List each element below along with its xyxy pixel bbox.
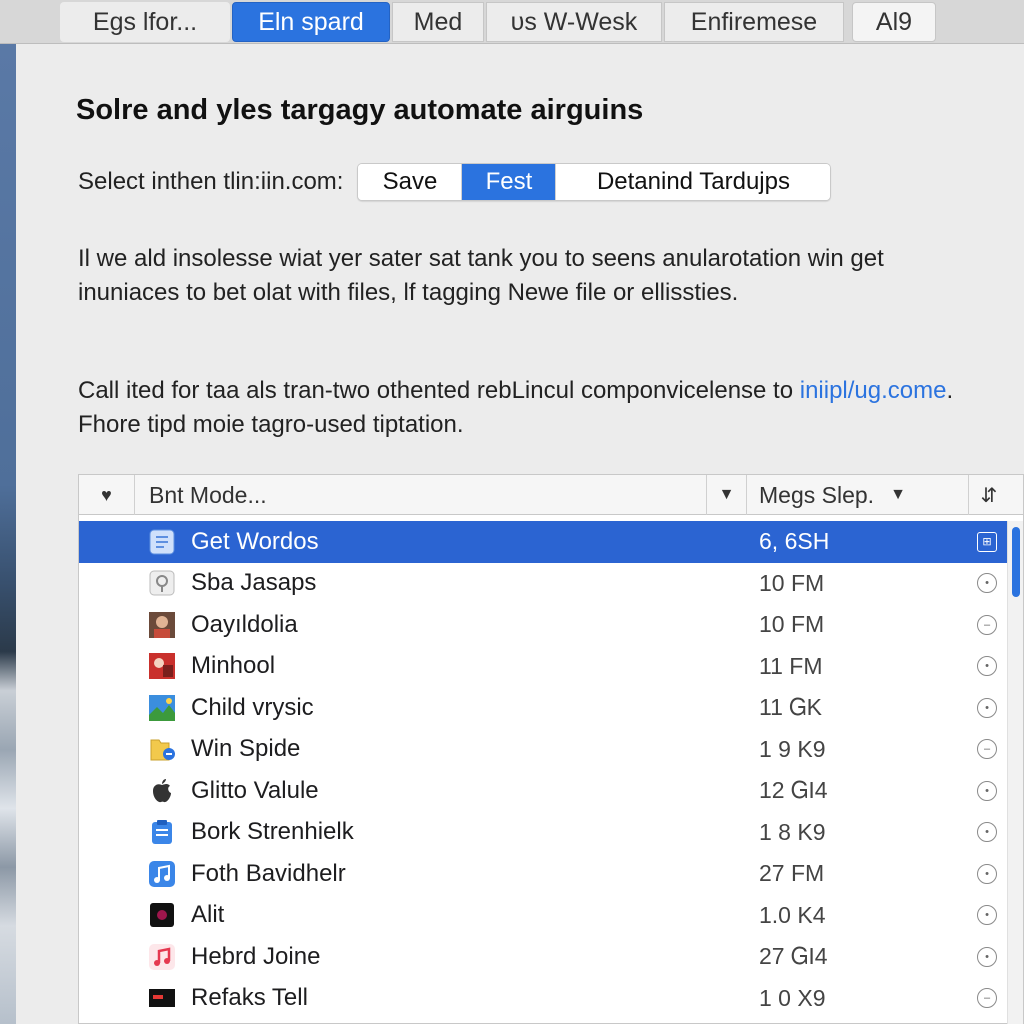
row-action-icon[interactable]: •	[977, 780, 997, 801]
row-name: Refaks Tell	[191, 984, 308, 1012]
size-column-header[interactable]: Megs Slep. ▼	[747, 475, 969, 515]
description-paragraph: Il we ald insolesse wiat yer sater sat t…	[78, 245, 884, 306]
apple-icon	[145, 774, 179, 808]
table-row[interactable]: Minhool 11 FM •	[79, 646, 1009, 688]
detanind-button[interactable]: Detanind Tardujps	[556, 164, 831, 200]
row-size: 1 8 K9	[759, 818, 826, 845]
tab-4[interactable]: Enfiremese	[664, 2, 844, 42]
row-size: 1 0 X9	[759, 984, 826, 1011]
clipboard-icon	[145, 815, 179, 849]
row-size: 6, 6SH	[759, 528, 830, 555]
music-app-icon	[145, 940, 179, 974]
chevron-down-icon[interactable]: ▼	[890, 486, 906, 504]
document-icon	[145, 525, 179, 559]
row-name: Bork Strenhielk	[191, 818, 354, 846]
table-row[interactable]: Foth Bavidhelr 27 FM •	[79, 853, 1009, 895]
scrollbar[interactable]	[1007, 521, 1023, 1024]
video-icon	[145, 981, 179, 1015]
name-column-label: Bnt Mode...	[149, 481, 267, 508]
row-size: 11 ᏀK	[759, 694, 822, 721]
person-photo-icon	[145, 608, 179, 642]
row-name: Minhool	[191, 652, 276, 680]
table-row[interactable]: Oayıldolia 10 FM –	[79, 604, 1009, 646]
save-button[interactable]: Save	[358, 164, 463, 200]
row-size: 27 ᏀI4	[759, 943, 828, 970]
row-name: Get Wordos	[191, 527, 319, 555]
row-name: Sba Jasaps	[191, 569, 317, 597]
table-row[interactable]: Glitto Valule 12 ᏀI4 •	[79, 770, 1009, 812]
landscape-icon	[145, 691, 179, 725]
info-paragraph: Call ited for taa als tran-two othented …	[78, 374, 958, 442]
row-action-icon[interactable]: –	[977, 739, 997, 760]
table-rows: Get Wordos 6, 6SH ⊞ Sba Jasaps 10 FM • Oayıldo…	[79, 521, 1009, 1019]
dark-app-icon	[145, 898, 179, 932]
table-row[interactable]: Alit 1.0 K4 •	[79, 895, 1009, 937]
row-size: 10 FM	[759, 611, 825, 638]
tab-2[interactable]: Med	[392, 2, 484, 42]
row-name: Foth Bavidhelr	[191, 859, 346, 887]
heart-icon: ♥	[101, 484, 112, 505]
file-table: ♥ Bnt Mode... ▼ Megs Slep. ▼ ⇵ Get Wordo…	[78, 474, 1024, 1024]
row-name: Win Spide	[191, 735, 301, 763]
row-action-icon[interactable]: •	[977, 573, 997, 594]
tab-0[interactable]: Egs lfor...	[60, 2, 230, 42]
row-size: 12 ᏀI4	[759, 777, 828, 804]
row-name: Hebrd Joine	[191, 942, 321, 970]
tab-bar: Egs lfor... Eln spard Med ᴜs W-Wesk Enfi…	[0, 0, 1024, 44]
tab-3[interactable]: ᴜs W-Wesk	[486, 2, 662, 42]
row-size: 1.0 K4	[759, 901, 826, 928]
row-size: 27 FM	[759, 860, 825, 887]
main-window: Solre and yles targagy automate airguins…	[16, 44, 1024, 1024]
row-action-icon[interactable]: –	[977, 988, 997, 1009]
favorite-column-header[interactable]: ♥	[79, 475, 135, 515]
info-link[interactable]: iniipl/ug.come	[800, 377, 947, 404]
row-size: 1 9 K9	[759, 735, 826, 762]
segmented-control: Save Fest Detanind Tardujps	[357, 163, 832, 201]
table-row[interactable]: Win Spide 1 9 K9 –	[79, 729, 1009, 771]
table-row[interactable]: Child vrysic 11 ᏀK •	[79, 687, 1009, 729]
table-row[interactable]: Sba Jasaps 10 FM •	[79, 563, 1009, 605]
size-column-label: Megs Slep.	[759, 481, 875, 508]
sort-icon[interactable]: ⇵	[969, 475, 1009, 515]
page-title: Solre and yles targagy automate airguins	[76, 94, 644, 126]
info-text-before: Call ited for taa als tran-two othented …	[78, 377, 800, 404]
row-size: 10 FM	[759, 569, 825, 596]
row-action-icon[interactable]: •	[977, 946, 997, 967]
table-header: ♥ Bnt Mode... ▼ Megs Slep. ▼ ⇵	[79, 475, 1023, 515]
row-action-icon[interactable]: •	[977, 697, 997, 718]
scroll-thumb[interactable]	[1012, 527, 1020, 597]
fest-button[interactable]: Fest	[462, 164, 557, 200]
row-name: Child vrysic	[191, 693, 314, 721]
row-name: Oayıldolia	[191, 610, 298, 638]
table-row[interactable]: Hebrd Joine 27 ᏀI4 •	[79, 936, 1009, 978]
table-row[interactable]: Bork Strenhielk 1 8 K9 •	[79, 812, 1009, 854]
tab-1[interactable]: Eln spard	[232, 2, 390, 42]
row-action-icon[interactable]: –	[977, 614, 997, 635]
select-label: Select inthen tlin:iin.com:	[78, 168, 344, 195]
chevron-down-icon[interactable]: ▼	[706, 475, 746, 515]
music-note-icon	[145, 857, 179, 891]
row-size: 11 FM	[759, 652, 823, 679]
name-column-header[interactable]: Bnt Mode... ▼	[135, 475, 747, 515]
select-row: Select inthen tlin:iin.com: Save Fest De…	[78, 162, 832, 202]
table-row[interactable]: Get Wordos 6, 6SH ⊞	[79, 521, 1009, 563]
table-row[interactable]: Refaks Tell 1 0 X9 –	[79, 978, 1009, 1020]
row-action-icon[interactable]: •	[977, 656, 997, 677]
row-action-icon[interactable]: •	[977, 863, 997, 884]
desktop-background	[0, 44, 16, 1024]
photo-icon	[145, 649, 179, 683]
row-name: Alit	[191, 901, 225, 929]
row-action-icon[interactable]: •	[977, 822, 997, 843]
row-action-icon[interactable]: ⊞	[977, 531, 997, 552]
folder-icon	[145, 732, 179, 766]
row-action-icon[interactable]: •	[977, 905, 997, 926]
tab-5[interactable]: Al9	[852, 2, 936, 42]
location-pin-icon	[145, 566, 179, 600]
row-name: Glitto Valule	[191, 776, 319, 804]
